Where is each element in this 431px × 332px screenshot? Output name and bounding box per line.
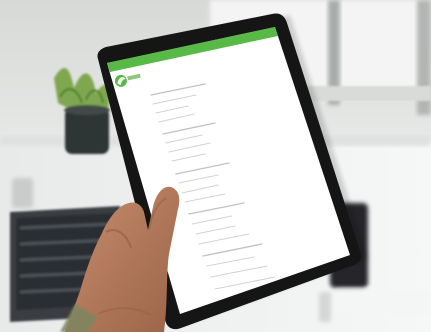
tablet-photo	[0, 0, 431, 332]
desk-object	[12, 178, 33, 208]
photo-frame	[0, 0, 431, 332]
